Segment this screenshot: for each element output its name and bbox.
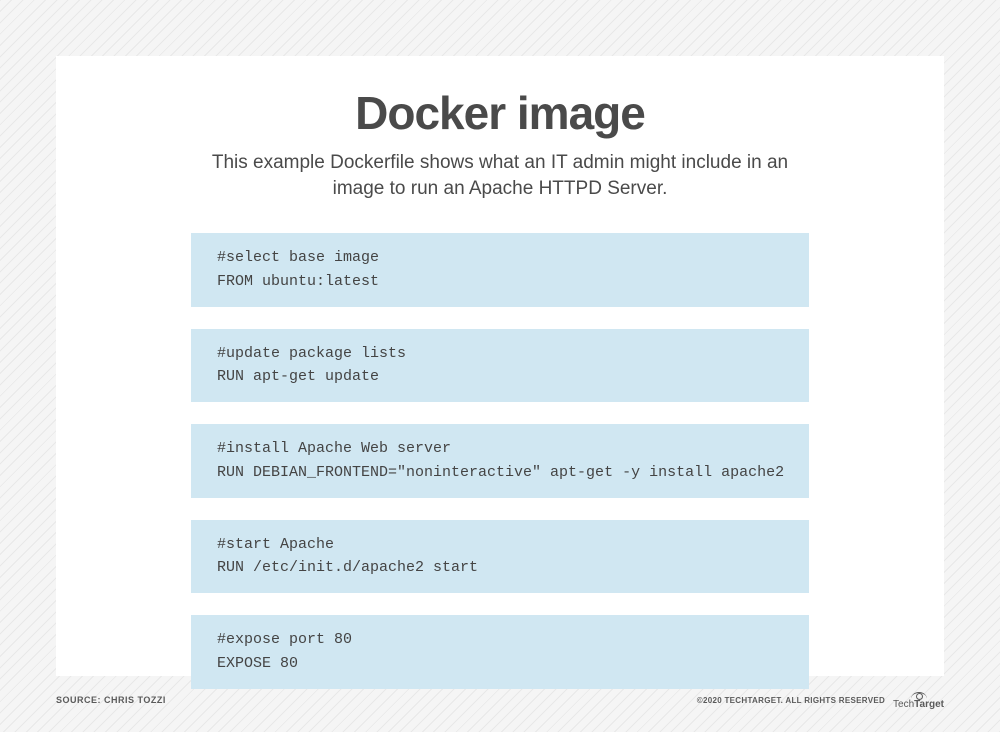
code-block: #install Apache Web server RUN DEBIAN_FR… xyxy=(191,424,809,498)
rights-wrap: ©2020 TECHTARGET. ALL RIGHTS RESERVED Te… xyxy=(697,690,944,710)
content-card: Docker image This example Dockerfile sho… xyxy=(56,56,944,676)
footer-bar: SOURCE: CHRIS TOZZI ©2020 TECHTARGET. AL… xyxy=(56,690,944,710)
code-block: #start Apache RUN /etc/init.d/apache2 st… xyxy=(191,520,809,594)
source-credit: SOURCE: CHRIS TOZZI xyxy=(56,695,166,705)
logo-text: TechTarget xyxy=(893,699,944,710)
code-block: #expose port 80 EXPOSE 80 xyxy=(191,615,809,689)
page-title: Docker image xyxy=(96,86,904,140)
copyright-text: ©2020 TECHTARGET. ALL RIGHTS RESERVED xyxy=(697,696,885,705)
code-block-list: #select base image FROM ubuntu:latest #u… xyxy=(191,233,809,689)
techtarget-logo: TechTarget xyxy=(893,690,944,710)
page-subtitle: This example Dockerfile shows what an IT… xyxy=(200,150,800,201)
eye-icon xyxy=(911,690,927,698)
code-block: #update package lists RUN apt-get update xyxy=(191,329,809,403)
code-block: #select base image FROM ubuntu:latest xyxy=(191,233,809,307)
